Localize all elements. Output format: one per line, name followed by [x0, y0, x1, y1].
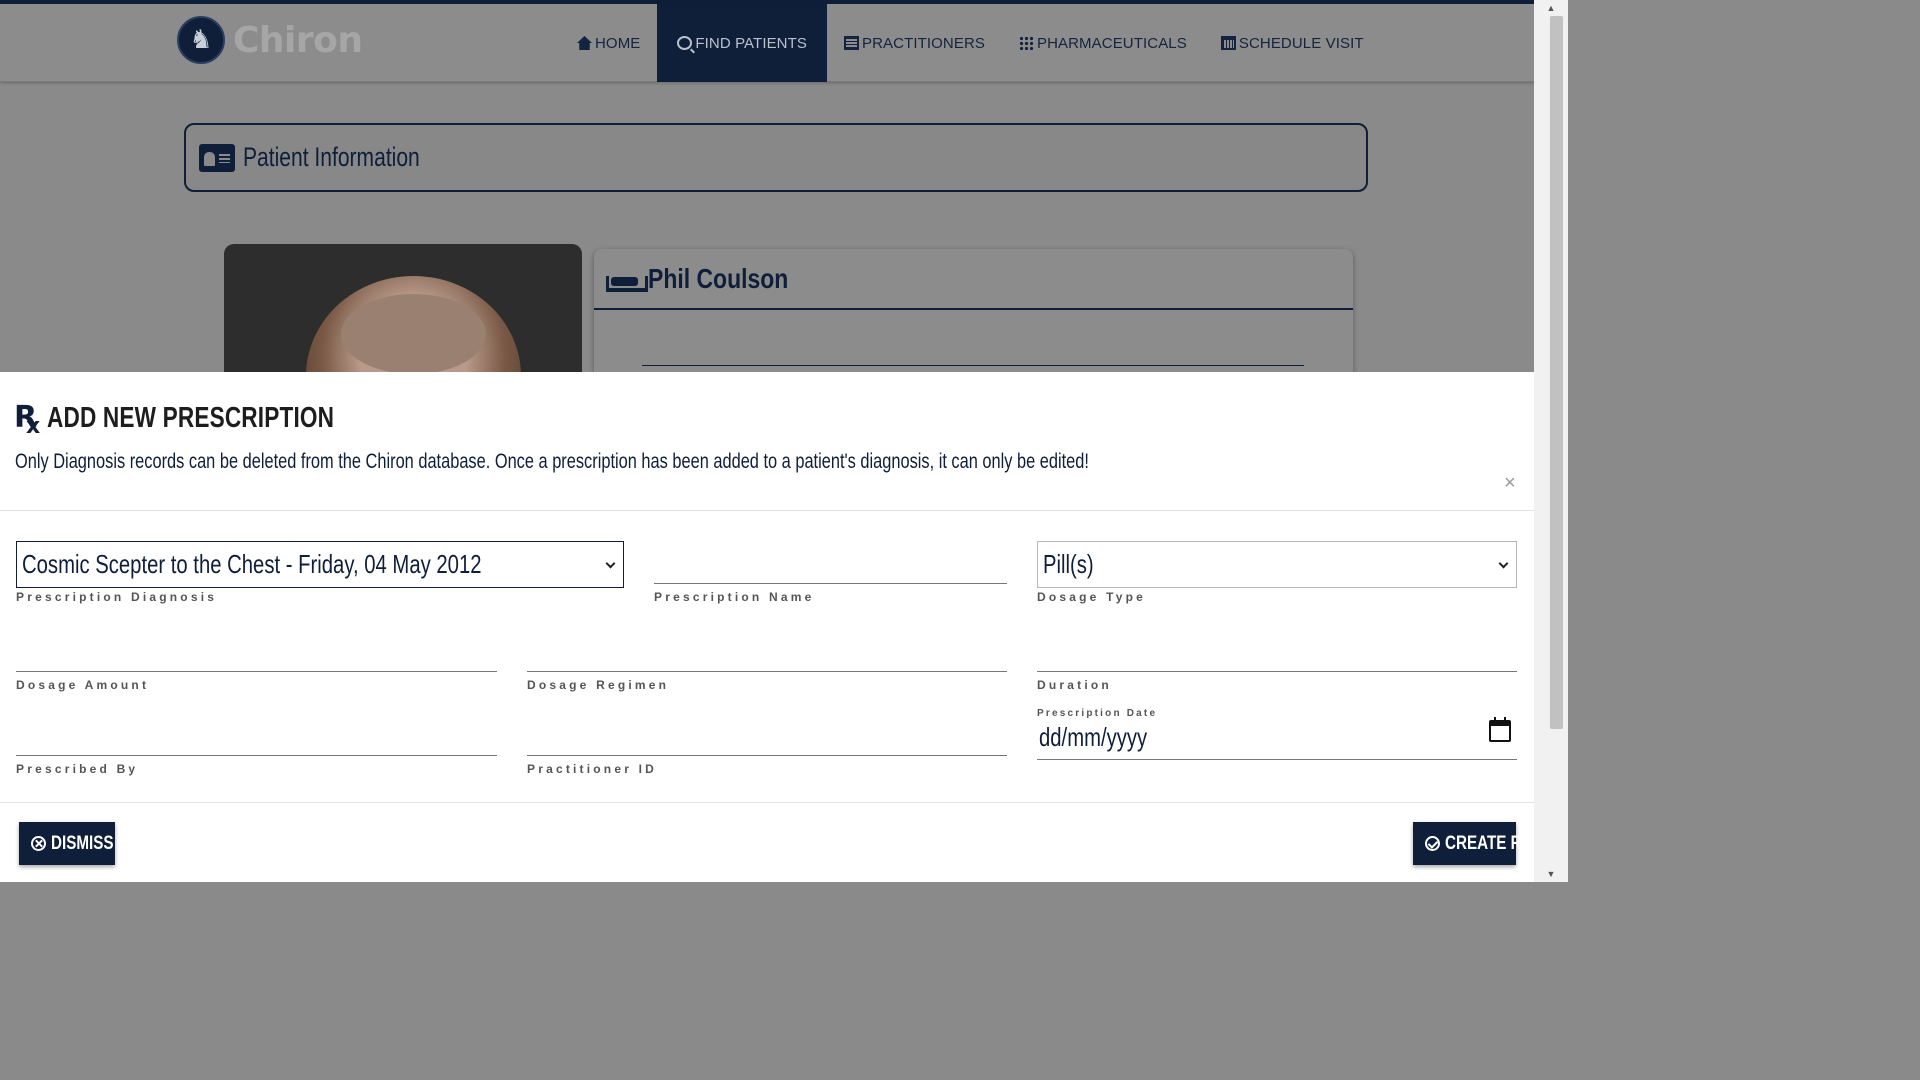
- horse-logo-icon: ♞: [177, 16, 225, 64]
- patient-information-header: Patient Information: [184, 123, 1368, 192]
- scroll-thumb[interactable]: [1550, 16, 1563, 729]
- scroll-up-arrow-icon[interactable]: ▲: [1534, 0, 1568, 16]
- patient-name: Phil Coulson: [648, 262, 789, 294]
- scroll-down-arrow-icon[interactable]: ▼: [1534, 866, 1568, 882]
- dismiss-label: DISMISS: [51, 832, 114, 854]
- patient-card: Phil Coulson: [594, 249, 1353, 389]
- nav-find-patients[interactable]: FIND PATIENTS: [657, 4, 827, 82]
- add-prescription-modal: Rx ADD NEW PRESCRIPTION Only Diagnosis r…: [0, 372, 1534, 882]
- chevron-down-icon: [1498, 558, 1509, 569]
- dosage-type-label: Dosage Type: [1037, 590, 1146, 604]
- duration-input[interactable]: [1037, 671, 1517, 672]
- create-rx-button[interactable]: CREATE RX: [1413, 822, 1532, 865]
- nav-schedule-visit-label: SCHEDULE VISIT: [1238, 34, 1364, 52]
- section-title: Patient Information: [243, 142, 420, 172]
- dosage-amount-label: Dosage Amount: [16, 678, 150, 692]
- dosage-regimen-label: Dosage Regimen: [527, 678, 670, 692]
- main-nav: HOME FIND PATIENTS PRACTITIONERS PHARMAC…: [560, 4, 1381, 82]
- circle-check-icon: [1425, 836, 1440, 851]
- logo[interactable]: ♞ Chiron: [177, 16, 363, 64]
- id-card-icon: [199, 143, 235, 172]
- dismiss-button[interactable]: DISMISS: [19, 822, 115, 865]
- dosage-amount-input[interactable]: [16, 671, 497, 672]
- navbar: ♞ Chiron HOME FIND PATIENTS PRACTITIONER…: [0, 4, 1534, 82]
- modal-header: Rx ADD NEW PRESCRIPTION Only Diagnosis r…: [0, 372, 1534, 511]
- modal-title: ADD NEW PRESCRIPTION: [47, 402, 335, 434]
- chevron-down-icon: [605, 558, 616, 569]
- nav-home-label: HOME: [595, 34, 641, 52]
- circle-x-icon: [31, 836, 46, 851]
- vertical-scrollbar[interactable]: ▲ ▼: [1534, 0, 1568, 882]
- practitioner-id-input[interactable]: [527, 755, 1007, 756]
- calendar-picker-icon[interactable]: [1489, 717, 1511, 742]
- prescription-date-label: Prescription Date: [1037, 708, 1158, 719]
- nav-pharmaceuticals-label: PHARMACEUTICALS: [1036, 34, 1187, 52]
- prescribed-by-input[interactable]: [16, 755, 497, 756]
- dosage-type-select[interactable]: Pill(s): [1037, 541, 1517, 588]
- patient-photo-face: [306, 276, 521, 384]
- logo-text: Chiron: [233, 19, 363, 61]
- practitioner-id-label: Practitioner ID: [527, 762, 658, 776]
- patient-photo: [224, 244, 582, 384]
- modal-footer: DISMISS CREATE RX: [0, 802, 1534, 882]
- create-rx-label: CREATE RX: [1445, 832, 1532, 854]
- grid-icon: [1018, 36, 1034, 50]
- prescription-name-input[interactable]: [654, 583, 1007, 584]
- rx-icon: Rx: [14, 400, 41, 439]
- divider: [642, 365, 1304, 366]
- home-icon: [577, 36, 592, 50]
- nav-practitioners[interactable]: PRACTITIONERS: [827, 4, 1002, 82]
- bed-icon: [606, 266, 648, 292]
- nav-home[interactable]: HOME: [560, 4, 657, 82]
- list-icon: [844, 36, 859, 50]
- modal-description: Only Diagnosis records can be deleted fr…: [15, 450, 1089, 473]
- nav-practitioners-label: PRACTITIONERS: [862, 34, 985, 52]
- prescribed-by-label: Prescribed By: [16, 762, 139, 776]
- prescription-diagnosis-select[interactable]: Cosmic Scepter to the Chest - Friday, 04…: [16, 541, 624, 588]
- dosage-regimen-input[interactable]: [527, 671, 1007, 672]
- prescription-date-input[interactable]: Prescription Date dd/mm/yyyy: [1037, 708, 1517, 760]
- prescription-diagnosis-label: Prescription Diagnosis: [16, 590, 218, 604]
- search-icon: [677, 36, 693, 50]
- close-icon[interactable]: ×: [1504, 472, 1516, 495]
- patient-card-header: Phil Coulson: [594, 249, 1353, 310]
- prescription-name-label: Prescription Name: [654, 590, 815, 604]
- dosage-type-value: Pill(s): [1043, 549, 1094, 579]
- nav-pharmaceuticals[interactable]: PHARMACEUTICALS: [1002, 4, 1204, 82]
- nav-find-patients-label: FIND PATIENTS: [695, 34, 807, 52]
- duration-label: Duration: [1037, 678, 1112, 692]
- prescription-diagnosis-value: Cosmic Scepter to the Chest - Friday, 04…: [22, 549, 482, 579]
- nav-schedule-visit[interactable]: SCHEDULE VISIT: [1204, 4, 1381, 82]
- calendar-icon: [1220, 36, 1236, 50]
- prescription-date-value: dd/mm/yyyy: [1039, 722, 1148, 752]
